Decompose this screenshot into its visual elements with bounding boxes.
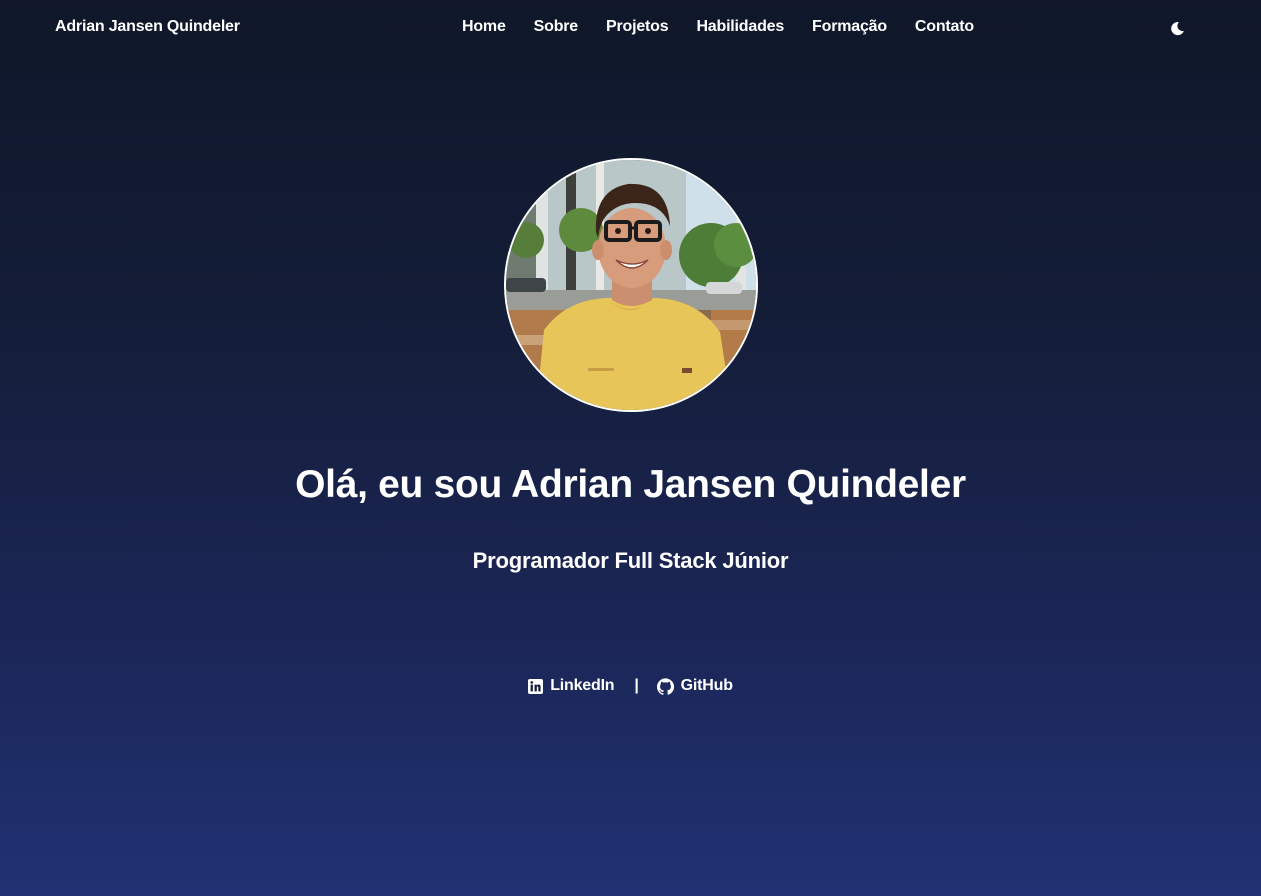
nav-projetos[interactable]: Projetos (606, 18, 669, 36)
linkedin-label: LinkedIn (550, 677, 615, 694)
navbar: Adrian Jansen Quindeler Home Sobre Proje… (0, 0, 1261, 58)
github-label: GitHub (680, 677, 733, 694)
link-separator: | (634, 677, 639, 694)
linkedin-link[interactable]: LinkedIn (528, 677, 615, 695)
nav-links: Home Sobre Projetos Habilidades Formação… (462, 18, 974, 36)
nav-home[interactable]: Home (462, 18, 506, 36)
brand-name[interactable]: Adrian Jansen Quindeler (55, 18, 240, 36)
nav-sobre[interactable]: Sobre (534, 18, 579, 36)
theme-toggle-button[interactable] (1166, 17, 1188, 39)
profile-photo (504, 158, 758, 412)
linkedin-icon (528, 678, 544, 694)
nav-habilidades[interactable]: Habilidades (696, 18, 784, 36)
hero-title: Olá, eu sou Adrian Jansen Quindeler (295, 463, 966, 506)
github-link[interactable]: GitHub (656, 677, 733, 695)
moon-icon (1170, 21, 1184, 35)
social-links: LinkedIn | GitHub (0, 677, 1261, 695)
hero-subtitle: Programador Full Stack Júnior (472, 548, 789, 573)
nav-formacao[interactable]: Formação (812, 18, 887, 36)
github-icon (656, 677, 674, 695)
nav-contato[interactable]: Contato (915, 18, 974, 36)
